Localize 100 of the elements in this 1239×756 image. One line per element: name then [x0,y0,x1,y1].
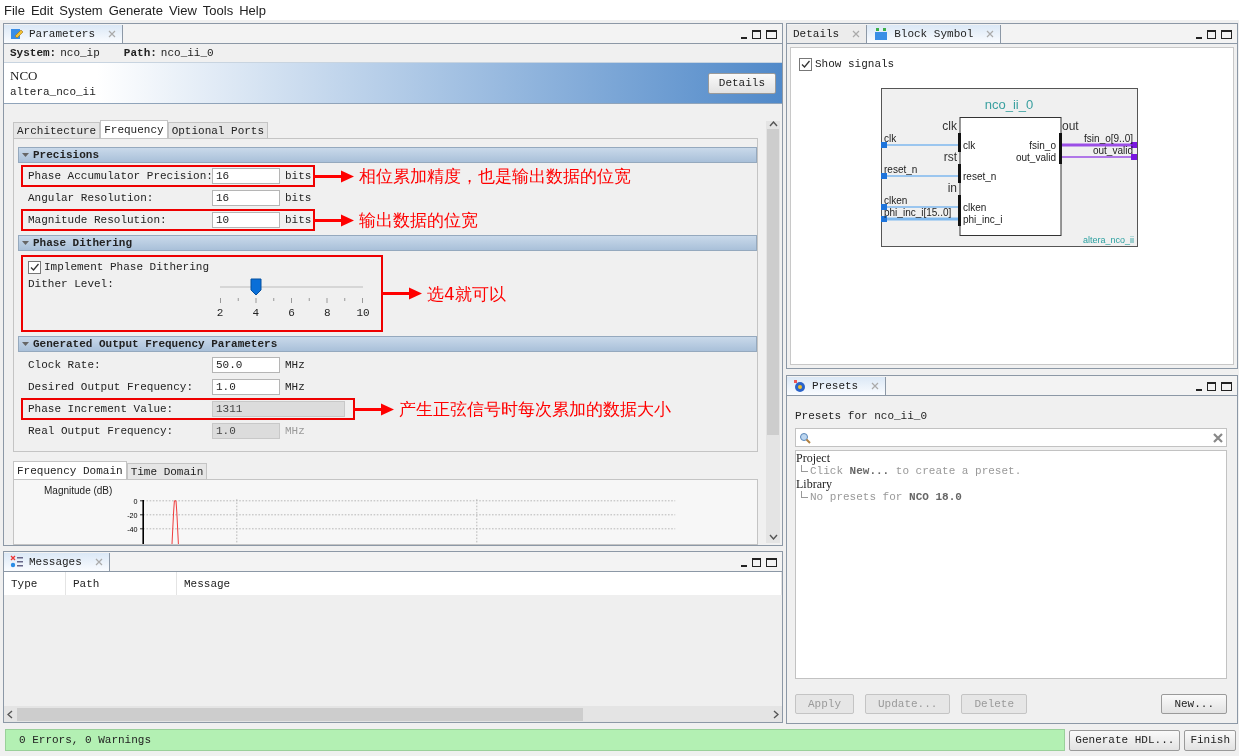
unit-label: bits [285,214,312,226]
panel-tab[interactable]: Parameters [4,25,123,43]
restore-icon[interactable] [1207,382,1216,391]
system-label: System: [10,47,57,59]
signal-label: phi_inc_i[15..0] [884,207,952,218]
details-button[interactable]: Details [707,72,776,94]
instance-name: nco_ii_0 [984,97,1034,112]
port-label: out_valid [1015,152,1056,163]
tick-label: -40 [127,524,138,534]
minimize-icon[interactable] [1196,36,1202,39]
tab[interactable]: Frequency Domain [13,461,127,479]
port-label: clken [963,202,987,213]
maximize-icon[interactable] [1221,30,1232,39]
text-field[interactable]: 16 [212,168,280,184]
tab[interactable]: Frequency [100,120,168,138]
scroll-left-icon[interactable] [7,709,13,719]
scroll-up-icon[interactable] [768,121,778,127]
text-field[interactable]: 16 [212,190,280,206]
footer-button[interactable]: Finish [1184,729,1236,751]
component-block[interactable] [959,117,1062,236]
menu-item[interactable]: Help [236,2,269,18]
checkbox-label: Implement Phase Dithering [44,261,210,273]
restore-icon[interactable] [752,558,761,567]
horizontal-scrollbar[interactable] [4,706,782,722]
preset-button[interactable]: New... [1161,694,1227,714]
vertical-scrollbar[interactable] [766,121,780,543]
restore-icon[interactable] [752,30,761,39]
signal-label: out_valid [1092,145,1133,156]
unit-label: bits [285,170,312,182]
menu-item[interactable]: Tools [199,2,237,18]
tree-item[interactable]: Library [796,478,1226,491]
panel-tab[interactable]: Messages [4,553,110,571]
presets-heading: Presets for nco_ii_0 [795,410,929,422]
interface-bar [1059,133,1062,164]
minimize-icon[interactable] [1196,388,1202,391]
minimize-icon[interactable] [741,564,747,567]
tick-label: 6 [288,307,295,319]
component-name: NCO [10,68,39,84]
tick-label: 8 [323,307,331,319]
callout-text: 选4就可以 [427,282,506,305]
panel-tab[interactable]: Block Symbol [867,25,1002,43]
tree-item[interactable]: Project [796,452,1226,465]
section-header[interactable]: Precisions [18,147,757,163]
maximize-icon[interactable] [766,30,777,39]
section-header[interactable]: Generated Output Frequency Parameters [18,336,757,352]
y-axis [139,499,144,544]
menu-item[interactable]: System [56,2,106,18]
menu-item[interactable]: Generate [105,2,166,18]
tree-item[interactable]: Click New... to create a preset. [810,465,1022,478]
maximize-icon[interactable] [766,558,777,567]
clear-icon[interactable] [1213,432,1223,443]
interface-bar [958,133,961,152]
signal-label: clken [884,195,908,206]
tab[interactable]: Architecture [13,122,101,138]
callout-text: 产生正弦信号时每次累加的数据大小 [399,397,671,421]
menu-item[interactable]: File [1,2,28,18]
expand-icon[interactable] [22,240,29,246]
signal-label: fsin_o[9..0] [1084,133,1133,144]
restore-icon[interactable] [1207,30,1216,39]
tree-item[interactable]: No presets for NCO 18.0 [810,491,962,504]
interface-label: clk [942,119,957,133]
slider-thumb[interactable] [249,278,262,296]
tab[interactable]: Time Domain [126,463,208,479]
checkbox[interactable] [799,57,812,71]
panel-tab[interactable]: Presets [787,377,887,395]
component-id: altera_nco_ii [10,86,96,98]
maximize-icon[interactable] [1221,382,1232,391]
field-label: Angular Resolution: [28,192,155,204]
presets-icon [793,379,807,393]
panel-tab[interactable]: Details [787,25,868,43]
field-label: Real Output Frequency: [28,425,175,437]
text-field[interactable]: 50.0 [212,357,280,373]
field-label: Magnitude Resolution: [28,214,168,226]
callout-arrow [381,286,423,301]
status-text: 0 Errors, 0 Warnings [19,734,152,746]
menu-item[interactable]: Edit [27,2,57,18]
checkbox[interactable] [28,260,41,274]
search-icon [799,431,811,444]
minimize-icon[interactable] [741,36,747,39]
unit-label: MHz [285,425,305,437]
tick-label: 10 [356,307,370,319]
system-name: nco_ip [60,47,100,59]
field-label: Desired Output Frequency: [28,381,195,393]
tab[interactable]: Optional Ports [167,122,269,138]
messages-icon [10,555,24,569]
field-label: Clock Rate: [28,359,102,371]
text-field[interactable]: 1.0 [212,379,280,395]
module-name: altera_nco_ii [1082,235,1134,245]
text-field[interactable]: 10 [212,212,280,228]
scroll-right-icon[interactable] [773,709,779,719]
menu-item[interactable]: View [165,2,200,18]
tick-label: 0 [133,496,138,506]
callout-arrow [353,402,395,416]
unit-label: MHz [285,381,305,393]
footer-button[interactable]: Generate HDL... [1069,729,1181,751]
scroll-down-icon[interactable] [768,534,778,540]
expand-icon[interactable] [22,152,29,158]
section-header[interactable]: Phase Dithering [18,235,757,251]
search-field[interactable] [795,428,1227,447]
expand-icon[interactable] [22,341,29,347]
